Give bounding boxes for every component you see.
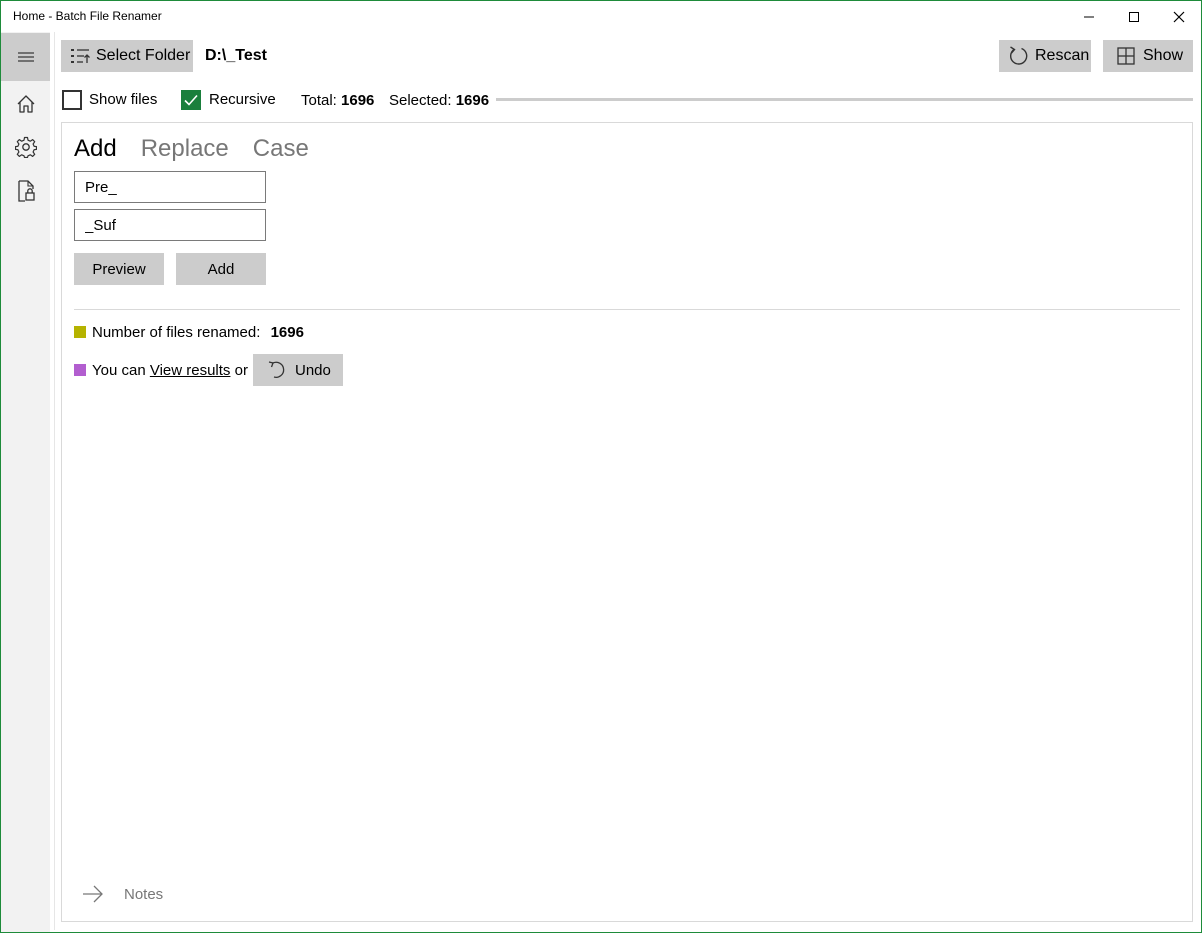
grid-icon [1117,47,1135,65]
prefix-input[interactable] [74,171,266,203]
select-folder-label: Select Folder [96,47,191,64]
operation-tabs: Add Replace Case [74,135,309,163]
divider [74,309,1180,310]
show-button[interactable]: Show [1103,40,1193,72]
show-files-checkbox[interactable] [62,90,82,110]
preview-button[interactable]: Preview [74,253,164,285]
notes-label: Notes [124,885,164,903]
arrow-right-icon [83,885,103,903]
main-area: Select Folder D:\_Test Rescan Show Show … [54,32,1200,930]
progress-bar [496,98,1193,101]
document-lock-icon [17,180,35,202]
close-icon [1173,11,1185,22]
minimize-icon [1084,16,1094,17]
sidebar-item-home[interactable] [1,80,50,128]
sidebar [1,32,50,932]
selected-value: 1696 [455,92,490,109]
renamed-count-line: Number of files renamed: 1696 [92,324,304,341]
sidebar-menu-button[interactable] [1,33,50,81]
sidebar-item-license[interactable] [1,167,50,215]
suffix-input[interactable] [74,209,266,241]
recursive-checkbox[interactable] [181,90,201,110]
recursive-label[interactable]: Recursive [209,91,276,108]
folder-path: D:\_Test [205,47,267,64]
select-folder-button[interactable]: Select Folder [61,40,193,72]
show-label: Show [1143,47,1184,64]
selected-label: Selected: [389,92,452,109]
renamed-count-label: Number of files renamed: [92,324,261,341]
close-button[interactable] [1156,1,1202,32]
home-icon [17,95,34,113]
undo-line: You can View results or [92,362,248,379]
selected-count: Selected: 1696 [389,92,489,109]
settings-gear-icon [14,136,37,158]
maximize-button[interactable] [1111,1,1157,32]
refresh-icon [1009,46,1028,65]
tab-case[interactable]: Case [253,135,309,163]
total-label: Total: [301,92,337,109]
sidebar-item-settings[interactable] [1,123,50,171]
hamburger-icon [17,52,34,62]
undo-label: Undo [295,361,331,379]
notes-toggle[interactable]: Notes [82,885,163,903]
tab-add[interactable]: Add [74,135,117,163]
renamed-count-value: 1696 [270,324,304,341]
folder-list-icon [71,49,90,63]
you-can-text: You can [92,362,146,379]
show-files-label[interactable]: Show files [89,91,157,108]
rescan-label: Rescan [1035,47,1090,64]
undo-button[interactable]: Undo [253,354,343,386]
operation-panel: Add Replace Case Preview Add Number of f… [61,122,1193,922]
minimize-button[interactable] [1066,1,1112,32]
maximize-icon [1129,11,1139,22]
undo-icon [268,361,285,378]
window-title: Home - Batch File Renamer [13,9,162,23]
view-results-link[interactable]: View results [150,362,231,379]
checkmark-icon [184,94,198,106]
title-bar: Home - Batch File Renamer [1,1,1201,32]
or-text: or [234,362,248,379]
app-window: Home - Batch File Renamer Select Folder … [0,0,1202,933]
add-button[interactable]: Add [176,253,266,285]
total-value: 1696 [341,92,375,109]
tab-replace[interactable]: Replace [141,135,229,163]
rescan-button[interactable]: Rescan [999,40,1091,72]
total-count: Total: 1696 [301,92,374,109]
count-swatch [74,326,86,338]
undo-swatch [74,364,86,376]
